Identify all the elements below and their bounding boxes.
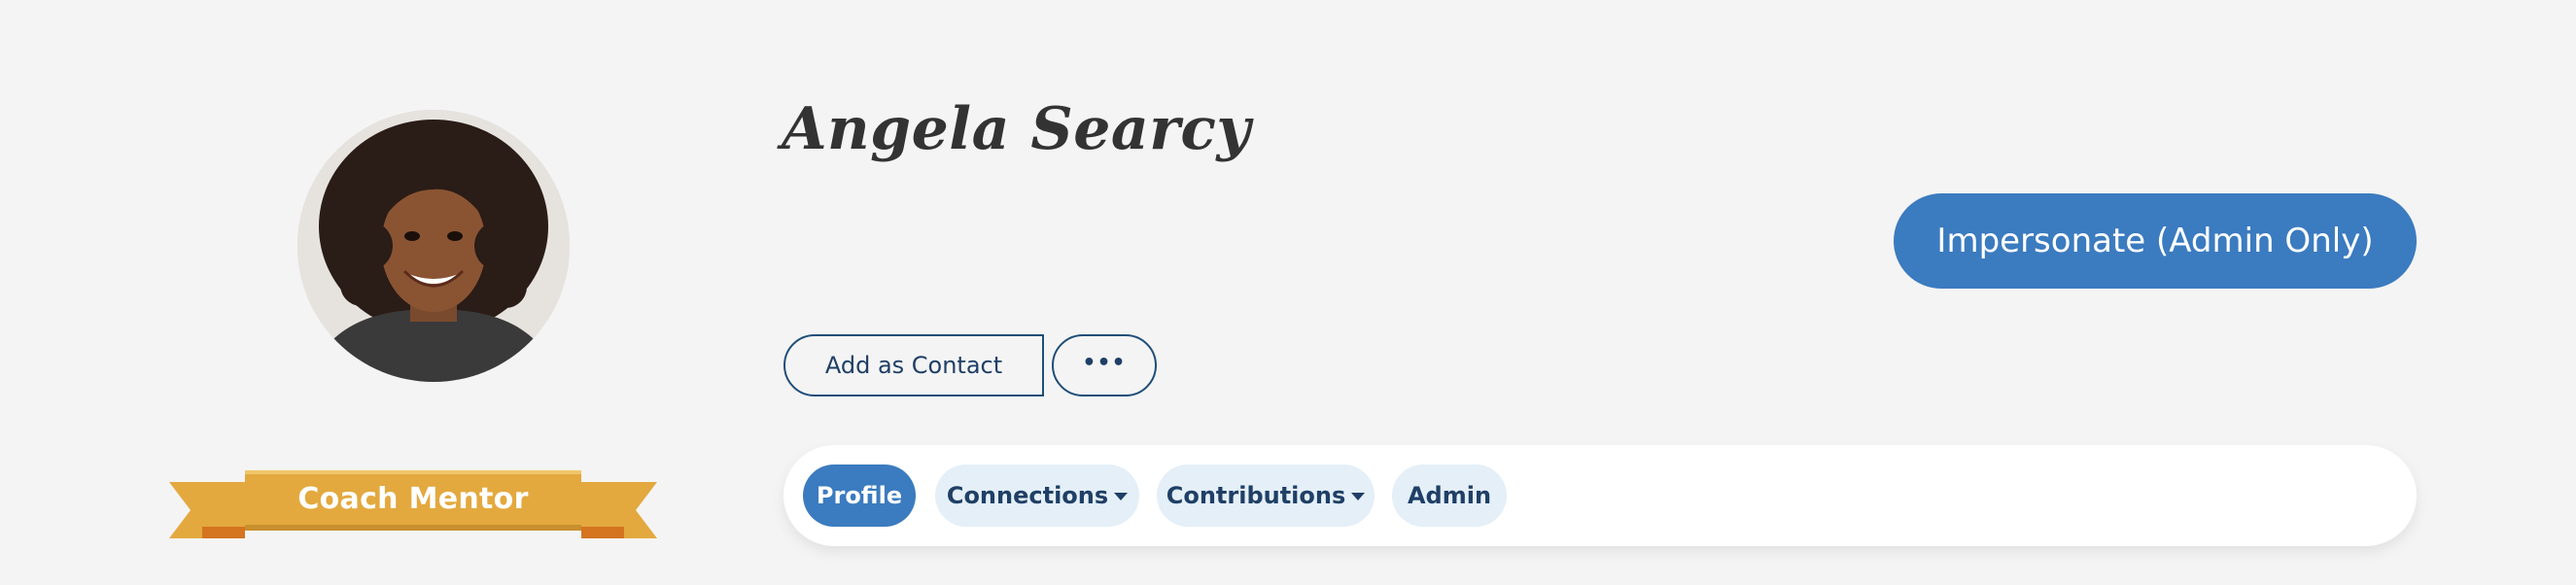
avatar-photo: [297, 110, 570, 382]
chevron-down-icon: [1351, 493, 1366, 500]
tab-label: Contributions: [1166, 482, 1346, 509]
badge-label: Coach Mentor: [297, 482, 529, 516]
tab-label: Admin: [1407, 482, 1492, 509]
role-badge: Coach Mentor: [169, 470, 657, 540]
tab-label: Profile: [816, 482, 903, 509]
chevron-down-icon: [1114, 493, 1129, 500]
tab-connections[interactable]: Connections: [935, 465, 1139, 527]
profile-tabs: Profile Connections Contributions Admin: [783, 445, 2417, 546]
tab-contributions[interactable]: Contributions: [1157, 465, 1375, 527]
add-contact-button[interactable]: Add as Contact: [783, 334, 1044, 396]
impersonate-button[interactable]: Impersonate (Admin Only): [1894, 193, 2417, 289]
tab-label: Connections: [946, 482, 1109, 509]
profile-name: Angela Searcy: [782, 95, 1251, 163]
more-options-button[interactable]: •••: [1052, 334, 1157, 396]
tab-profile[interactable]: Profile: [803, 465, 916, 527]
more-icon: •••: [1082, 351, 1127, 375]
avatar: [297, 110, 570, 382]
tab-admin[interactable]: Admin: [1392, 465, 1507, 527]
